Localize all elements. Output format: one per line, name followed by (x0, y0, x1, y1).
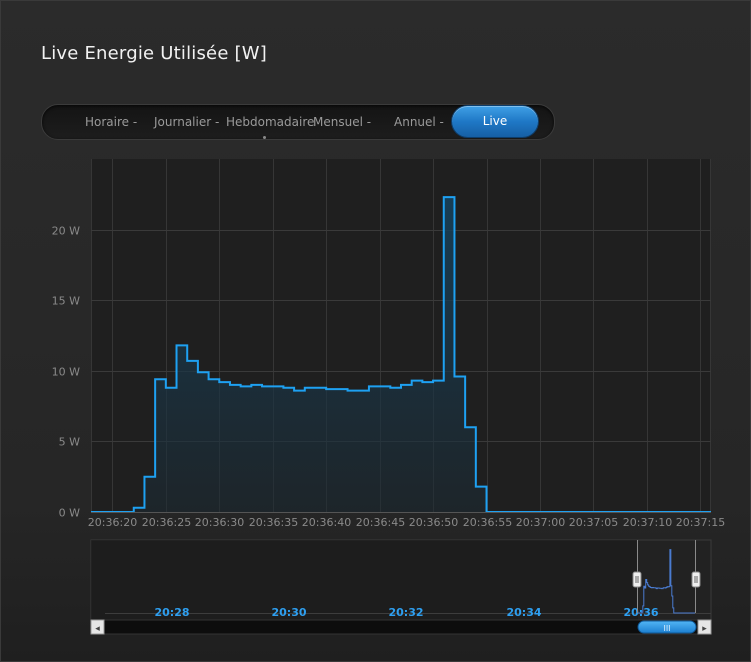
scrollbar-right-button[interactable]: ▸ (697, 619, 712, 635)
x-tick-label: 20:36:35 (249, 516, 298, 529)
chart-panel: Live Energie Utilisée [W] Horaire - Jour… (0, 0, 751, 662)
y-axis-labels: 0 W 5 W 10 W 15 W 20 W (52, 225, 80, 520)
x-tick-label: 20:36:50 (409, 516, 458, 529)
x-tick-label: 20:36:55 (463, 516, 512, 529)
x-tick-label: 20:37:00 (516, 516, 565, 529)
navigator-label: 20:28 (154, 606, 189, 619)
energy-chart: 0 W5 W10 W15 W20 W 20:36:20 20:36:25 20:36… (52, 159, 725, 635)
navigator-label: 20:34 (506, 606, 541, 619)
x-axis-labels: 20:36:20 20:36:25 20:36:30 20:36:35 20:36:40… (88, 516, 725, 529)
y-tick-label: 5 W (59, 436, 80, 449)
y-tick-label: 20 W (52, 225, 80, 238)
y-tick-label: 10 W (52, 366, 80, 379)
x-tick-label: 20:37:10 (623, 516, 672, 529)
scrollbar-left-button[interactable]: ◂ (90, 619, 105, 635)
arrow-left-icon: ◂ (95, 624, 100, 634)
x-tick-label: 20:37:15 (676, 516, 725, 529)
y-tick-label: 0 W (59, 507, 80, 520)
scrollbar-track[interactable] (90, 619, 712, 635)
x-tick-label: 20:36:30 (195, 516, 244, 529)
y-tick-label: 15 W (52, 295, 80, 308)
scrollbar-thumb[interactable]: III (637, 620, 697, 634)
navigator-label: 20:32 (388, 606, 423, 619)
navigator-handle-left[interactable] (632, 571, 642, 588)
x-tick-label: 20:36:40 (302, 516, 351, 529)
x-tick-label: 20:37:05 (569, 516, 618, 529)
x-tick-label: 20:36:25 (142, 516, 191, 529)
navigator-handle-right[interactable] (691, 571, 701, 588)
x-tick-label: 20:36:20 (88, 516, 137, 529)
x-tick-label: 20:36:45 (356, 516, 405, 529)
arrow-right-icon: ▸ (702, 624, 707, 634)
navigator-label: 20:30 (271, 606, 306, 619)
grip-icon: III (663, 624, 670, 633)
